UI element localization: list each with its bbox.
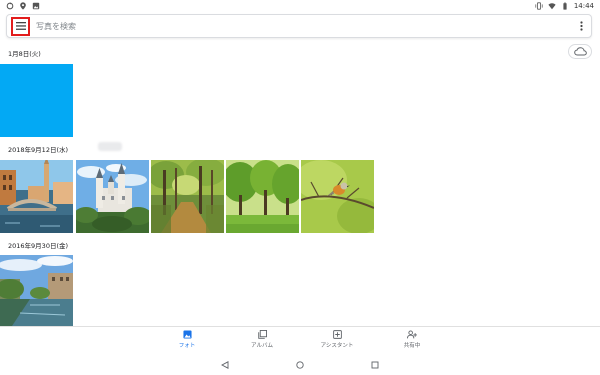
photo-thumbnail[interactable]	[301, 160, 374, 233]
recents-icon	[371, 361, 379, 369]
menu-button[interactable]	[11, 16, 30, 36]
overflow-menu-button[interactable]	[575, 17, 587, 35]
sync-icon	[6, 2, 14, 10]
photo-thumbnail[interactable]	[0, 64, 73, 137]
photo-thumbnail[interactable]	[151, 160, 224, 233]
date-header: 1月8日(火)	[8, 50, 41, 58]
assistant-icon	[332, 330, 342, 339]
system-navigation-bar	[0, 354, 600, 375]
image-icon	[32, 2, 40, 10]
home-icon	[296, 361, 304, 369]
nav-label: アルバム	[251, 343, 273, 349]
nav-assistant[interactable]: アシスタント	[307, 330, 367, 349]
cloud-backup-button[interactable]	[568, 44, 592, 59]
nav-label: フォト	[178, 343, 196, 349]
system-back-button[interactable]	[219, 359, 231, 371]
wifi-icon	[548, 3, 556, 10]
location-icon	[20, 2, 26, 10]
search-bar[interactable]	[6, 14, 592, 38]
search-input[interactable]	[36, 21, 575, 31]
more-vert-icon	[579, 21, 583, 31]
date-header: 2018年9月12日(水)	[8, 146, 69, 154]
nav-sharing[interactable]: 共有中	[382, 330, 442, 349]
status-bar: 14:44	[0, 0, 600, 12]
system-home-button[interactable]	[294, 359, 306, 371]
battery-icon	[563, 2, 567, 10]
cloud-backup-icon	[573, 47, 587, 56]
back-icon	[221, 361, 229, 369]
nav-label: 共有中	[403, 343, 421, 349]
blurred-location-tag	[98, 142, 122, 151]
nav-label: アシスタント	[320, 343, 354, 349]
nav-albums[interactable]: アルバム	[232, 330, 292, 349]
photo-thumbnail[interactable]	[0, 255, 73, 326]
album-icon	[257, 330, 267, 339]
sharing-icon	[407, 330, 417, 339]
photo-thumbnail[interactable]	[226, 160, 299, 233]
photo-icon	[182, 330, 192, 339]
vibrate-icon	[535, 2, 543, 10]
hamburger-menu-icon	[15, 22, 26, 30]
bottom-navigation: フォト アルバム アシスタント 共有中	[0, 326, 600, 354]
photo-thumbnail[interactable]	[0, 160, 73, 233]
system-recents-button[interactable]	[369, 359, 381, 371]
date-header: 2016年9月30日(金)	[8, 242, 69, 250]
status-time: 14:44	[573, 2, 594, 10]
nav-photos[interactable]: フォト	[157, 330, 217, 349]
photo-thumbnail[interactable]	[76, 160, 149, 233]
